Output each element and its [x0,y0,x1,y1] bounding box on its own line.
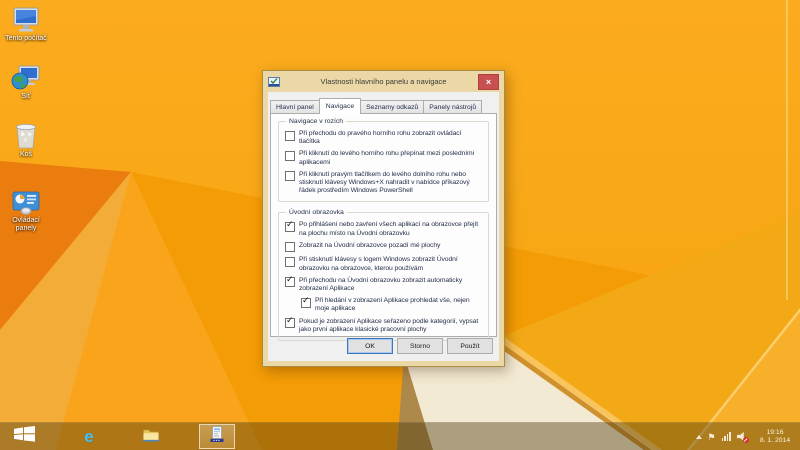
action-center-flag-icon[interactable]: ⚑ [708,432,716,442]
checkmark-icon: ✓ [302,294,310,305]
group-title: Úvodní obrazovka [286,209,347,218]
tab-navigace[interactable]: Navigace [318,98,362,114]
clock-time: 19:16 [766,428,784,436]
groupbox-uvodni-obrazovka: Úvodní obrazovka ✓ Po přihlášení nebo zavř… [278,209,489,341]
checkbox[interactable]: ✓ [285,315,295,329]
desktop-icon-label: Ovládací panely [12,217,40,232]
group-title: Navigace v rozích [286,118,347,126]
checkbox[interactable] [285,171,295,182]
dialog-client-area: Hlavní panel Navigace Seznamy odkazů Panely… [268,92,499,361]
groupbox-navigace-v-rozich: Navigace v rozích Při přechodu do pravého… [278,118,489,203]
desktop-icon-label: Koš [19,151,33,158]
windows-logo-icon [14,426,36,447]
checkbox-row[interactable]: Při přechodu do pravého horního rohu zob… [285,130,482,146]
pouzit-button[interactable]: Použít [447,338,493,354]
checkbox-row[interactable]: ✓ Při hledání v zobrazení Aplikace prohle… [301,294,482,313]
checkbox-label: Pokud je zobrazení Aplikace seřazeno pod… [299,317,479,333]
checkbox-label: Při kliknutí do levého horního rohu přep… [299,150,474,166]
system-tray: ⚑ 19:16 8. 1. 2014 [695,423,797,450]
checkbox-row[interactable]: Při kliknutí pravým tlačítkem do levého … [285,171,482,196]
start-button[interactable] [6,424,44,449]
taskbar-properties-window-icon [209,425,225,448]
checkbox-label: Při stisknutí klávesy s logem Windows zo… [299,256,458,272]
desktop-icon-recycle-bin[interactable]: Koš [3,120,49,159]
tab-seznamy-odkazu[interactable]: Seznamy odkazů [360,100,425,113]
checkbox-row[interactable]: ✓ Pokud je zobrazení Aplikace seřazeno po… [285,315,482,334]
checkbox-label: Při přechodu na Úvodní obrazovku zobrazi… [299,276,463,292]
desktop-icon-network[interactable]: Síť [3,62,49,101]
computer-icon [11,4,41,34]
recycle-bin-icon [13,120,39,150]
checkbox-label: Po přihlášení nebo zavření všech aplikac… [299,221,479,237]
clock-date: 8. 1. 2014 [759,436,791,444]
checkbox-row[interactable]: Zobrazit na Úvodní obrazovce pozadí mé p… [285,242,482,253]
checkbox-row[interactable]: Při stisknutí klávesy s logem Windows zo… [285,256,482,272]
checkbox[interactable] [285,150,295,161]
mute-badge [743,437,749,443]
close-button[interactable]: × [478,74,499,90]
desktop-icon-label: Síť [21,93,31,100]
network-globe-icon [11,62,41,92]
tab-strip: Hlavní panel Navigace Seznamy odkazů Panely… [270,98,497,114]
dialog-buttons: OK Storno Použít [347,338,493,354]
properties-dialog: Vlastnosti hlavního panelu a navigace × … [262,70,505,367]
taskbar-clock[interactable]: 19:16 8. 1. 2014 [753,429,797,445]
checkmark-icon: ✓ [286,274,294,285]
checkmark-icon: ✓ [286,315,294,326]
dialog-title: Vlastnosti hlavního panelu a navigace [320,77,447,86]
checkbox-label: Zobrazit na Úvodní obrazovce pozadí mé p… [299,241,441,249]
volume-muted-icon[interactable] [737,432,749,443]
checkbox[interactable] [285,256,295,267]
checkbox-row[interactable]: ✓ Po přihlášení nebo zavření všech aplika… [285,218,482,237]
desktop: Tento počítač Síť Koš Ovládací panely Vl… [0,0,800,450]
storno-button[interactable]: Storno [397,338,443,354]
checkbox-label: Při hledání v zobrazení Aplikace prohled… [315,297,470,313]
checkbox-row[interactable]: ✓ Při přechodu na Úvodní obrazovku zobraz… [285,274,482,293]
desktop-icon-label: Tento počítač [5,35,47,42]
network-signal-icon[interactable] [721,432,731,441]
checkbox[interactable]: ✓ [301,294,311,308]
ok-button[interactable]: OK [347,338,393,354]
desktop-icon-this-pc[interactable]: Tento počítač [3,4,49,43]
taskbar-item-file-explorer[interactable] [136,424,166,449]
tab-page-navigace: Navigace v rozích Při přechodu do pravého… [270,113,497,341]
checkbox-label: Při přechodu do pravého horního rohu zob… [299,130,462,146]
taskbar: e ⚑ 19:16 8. 1. 2014 [0,422,800,450]
checkmark-icon: ✓ [286,218,294,229]
checkbox[interactable]: ✓ [285,218,295,232]
show-hidden-icons-button[interactable] [695,434,702,439]
checkbox[interactable] [285,130,295,141]
checkbox-label: Při kliknutí pravým tlačítkem do levého … [299,170,470,195]
dialog-titlebar[interactable]: Vlastnosti hlavního panelu a navigace × [263,71,504,92]
checkbox-row[interactable]: Při kliknutí do levého horního rohu přep… [285,150,482,166]
checkbox[interactable]: ✓ [285,274,295,288]
tab-panely-nastroju[interactable]: Panely nástrojů [423,100,483,113]
folder-icon [142,427,160,447]
taskbar-item-taskbar-properties[interactable] [199,424,235,449]
taskbar-item-internet-explorer[interactable]: e [74,424,104,449]
tab-hlavni-panel[interactable]: Hlavní panel [270,100,320,113]
taskbar-properties-icon [268,75,280,87]
desktop-icon-control-panel[interactable]: Ovládací panely [3,186,49,233]
control-panel-icon [11,186,41,216]
internet-explorer-icon: e [84,427,94,446]
checkbox[interactable] [285,242,295,253]
